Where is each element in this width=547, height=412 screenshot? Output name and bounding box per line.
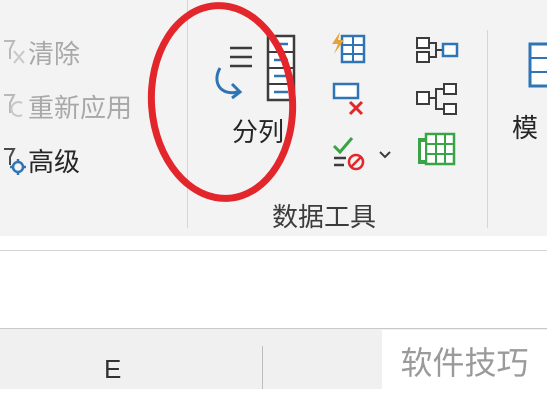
filter-advanced-icon: [0, 143, 26, 177]
formula-bar[interactable]: [0, 250, 547, 329]
relationships-icon[interactable]: [414, 82, 462, 122]
reapply-label: 重新应用: [28, 93, 133, 124]
watermark: 软件技巧: [382, 330, 547, 392]
remove-duplicates-icon[interactable]: [330, 82, 366, 120]
cell-area[interactable]: [0, 389, 547, 412]
filter-clear-icon: [0, 35, 26, 69]
column-header-e[interactable]: E: [104, 354, 121, 385]
what-if-analysis-icon[interactable]: [526, 40, 547, 94]
flash-fill-icon[interactable]: [330, 30, 366, 70]
clear-label: 清除: [28, 39, 81, 70]
data-model-icon[interactable]: [416, 132, 458, 172]
model-label: 模: [512, 114, 539, 144]
advanced-label: 高级: [28, 147, 81, 178]
data-validation-icon[interactable]: [330, 132, 366, 176]
data-tools-group-label: 数据工具: [272, 203, 377, 233]
group-separator: [487, 30, 488, 228]
reapply-button[interactable]: 重新应用: [0, 86, 132, 126]
advanced-filter-button[interactable]: 高级: [0, 140, 80, 180]
chevron-down-icon[interactable]: [378, 146, 392, 165]
clear-filter-button[interactable]: 清除: [0, 32, 80, 72]
consolidate-icon[interactable]: [414, 34, 462, 70]
filter-reapply-icon: [0, 89, 26, 123]
